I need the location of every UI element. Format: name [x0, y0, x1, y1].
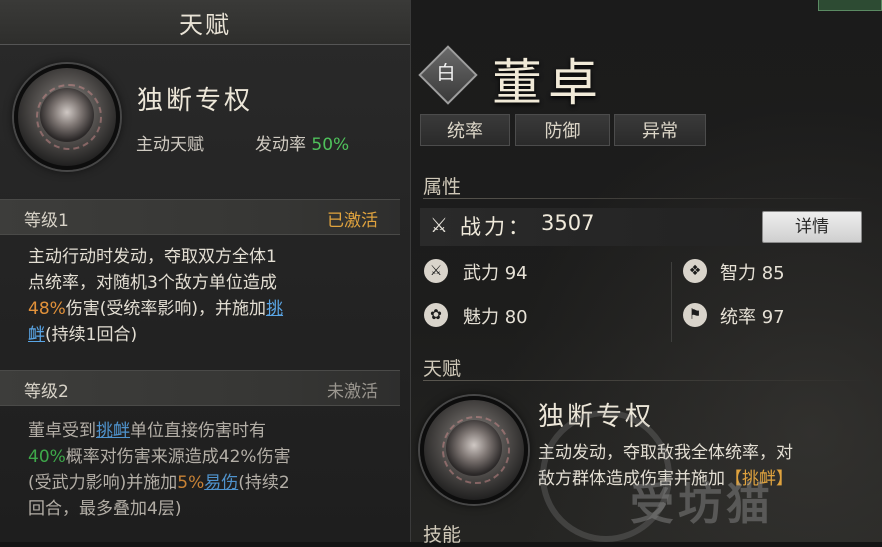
level-1-desc-line: 点统率，对随机3个敌方单位造成: [28, 273, 277, 293]
stat-charm-value: 80: [504, 307, 528, 328]
talent-section-title: 天赋: [423, 358, 462, 380]
talent-name: 独断专权: [538, 402, 655, 432]
talent-desc-line: 敌方群体造成伤害并施加【挑衅】: [538, 466, 868, 492]
skills-section-title: 技能: [423, 524, 462, 546]
level-2-desc-line: 40%概率对伤害来源造成42%伤害: [28, 444, 380, 470]
combat-power-label-text: 战力: [460, 215, 508, 239]
talent-panel-title: 天赋: [179, 10, 231, 39]
stat-charm: 魅力 80: [463, 303, 528, 329]
level-2-desc-text: 董卓受到: [28, 421, 96, 441]
talent-detail-panel: 天赋 独断专权 主动天赋 发动率 50% 等级1 已激活 主动行动时发动，夺取双…: [0, 0, 411, 542]
level-1-status: 已激活: [327, 211, 378, 231]
talent-desc-text: 敌方群体造成伤害并施加: [538, 469, 725, 489]
stat-force: 武力 94: [463, 259, 528, 285]
attributes-divider: [423, 198, 873, 199]
flag-icon: ⚑: [683, 303, 707, 327]
level-2-desc-text: 概率对伤害来源造成42%伤害: [65, 447, 291, 467]
stat-intelligence-label: 智力: [720, 263, 756, 284]
level-2-label: 等级2: [24, 382, 69, 402]
rarity-label: 白: [436, 62, 456, 84]
sword-icon: ⚔: [424, 259, 448, 283]
stat-force-label: 武力: [463, 263, 499, 284]
level-2-bar: 等级2 未激活: [0, 370, 400, 406]
level-1-desc-line: 主动行动时发动，夺取双方全体1: [28, 247, 277, 267]
trigger-rate-label: 发动率: [255, 135, 306, 155]
taunt-link[interactable]: 衅: [28, 325, 45, 345]
vulnerable-link[interactable]: 易伤: [204, 473, 238, 493]
combat-power-value: 3507: [541, 211, 595, 235]
trigger-rate: 发动率 50%: [255, 130, 349, 155]
stat-charm-label: 魅力: [463, 307, 499, 328]
level-1-desc-line: 48%伤害(受统率影响)，并施加挑: [28, 296, 380, 322]
hero-name: 董卓: [492, 54, 604, 112]
stat-command-value: 97: [761, 307, 785, 328]
talent-divider: [423, 380, 873, 381]
stat-intelligence-value: 85: [761, 263, 785, 284]
talent-portrait-icon[interactable]: [420, 396, 528, 504]
vulnerable-percent: 5%: [177, 473, 205, 493]
flower-icon: ✿: [424, 303, 448, 327]
corner-tab[interactable]: [818, 0, 882, 11]
skill-type: 主动天赋: [136, 135, 204, 155]
level-2-status: 未激活: [327, 382, 378, 402]
level-2-desc-text: (受武力影响)并施加: [28, 473, 178, 493]
level-1-desc-line: 衅(持续1回合): [28, 322, 380, 348]
attributes-section-title: 属性: [423, 176, 462, 198]
chance-percent: 40%: [28, 447, 66, 467]
level-1-description: 主动行动时发动，夺取双方全体1 点统率，对随机3个敌方单位造成 48%伤害(受统…: [28, 244, 380, 348]
book-icon: ❖: [683, 259, 707, 283]
skill-name: 独断专权: [137, 86, 254, 116]
level-1-desc-text: (持续1回合): [45, 325, 138, 345]
combat-power-separator: ：: [508, 215, 532, 239]
taunt-link[interactable]: 挑: [266, 299, 283, 319]
level-1-desc-text: 伤害(受统率影响)，并施加: [65, 299, 267, 319]
talent-desc-line: 主动发动，夺取敌我全体统率，对: [538, 443, 793, 463]
level-2-desc-text: 单位直接伤害时有: [130, 421, 266, 441]
taunt-tag[interactable]: 【挑衅】: [725, 469, 793, 489]
level-1-bar: 等级1 已激活: [0, 199, 400, 235]
damage-percent: 48%: [28, 299, 66, 319]
talent-panel-header: 天赋: [0, 0, 410, 45]
stat-force-value: 94: [504, 263, 528, 284]
combat-power-icon: ⚔: [430, 213, 448, 237]
stat-intelligence: 智力 85: [720, 259, 785, 285]
details-button[interactable]: 详情: [762, 211, 862, 243]
trait-tag: 防御: [515, 114, 610, 146]
level-1-label: 等级1: [24, 211, 69, 231]
level-2-desc-line: 回合，最多叠加4层): [28, 499, 182, 519]
stats-divider: [671, 262, 672, 342]
trigger-rate-value: 50%: [311, 135, 350, 155]
skill-portrait-icon: [14, 64, 120, 170]
level-2-desc-text: (持续2: [238, 473, 290, 493]
level-2-desc-line: (受武力影响)并施加5%易伤(持续2: [28, 470, 380, 496]
trait-tag: 统率: [420, 114, 510, 146]
level-2-description: 董卓受到挑衅单位直接伤害时有 40%概率对伤害来源造成42%伤害 (受武力影响)…: [28, 418, 380, 522]
trait-tag: 异常: [614, 114, 706, 146]
stat-command: 统率 97: [720, 303, 785, 329]
talent-description: 主动发动，夺取敌我全体统率，对 敌方群体造成伤害并施加【挑衅】: [538, 440, 868, 492]
combat-power-label: 战力：: [460, 211, 532, 241]
taunt-link[interactable]: 挑衅: [96, 421, 130, 441]
stat-command-label: 统率: [720, 307, 756, 328]
level-2-desc-line: 董卓受到挑衅单位直接伤害时有: [28, 418, 380, 444]
